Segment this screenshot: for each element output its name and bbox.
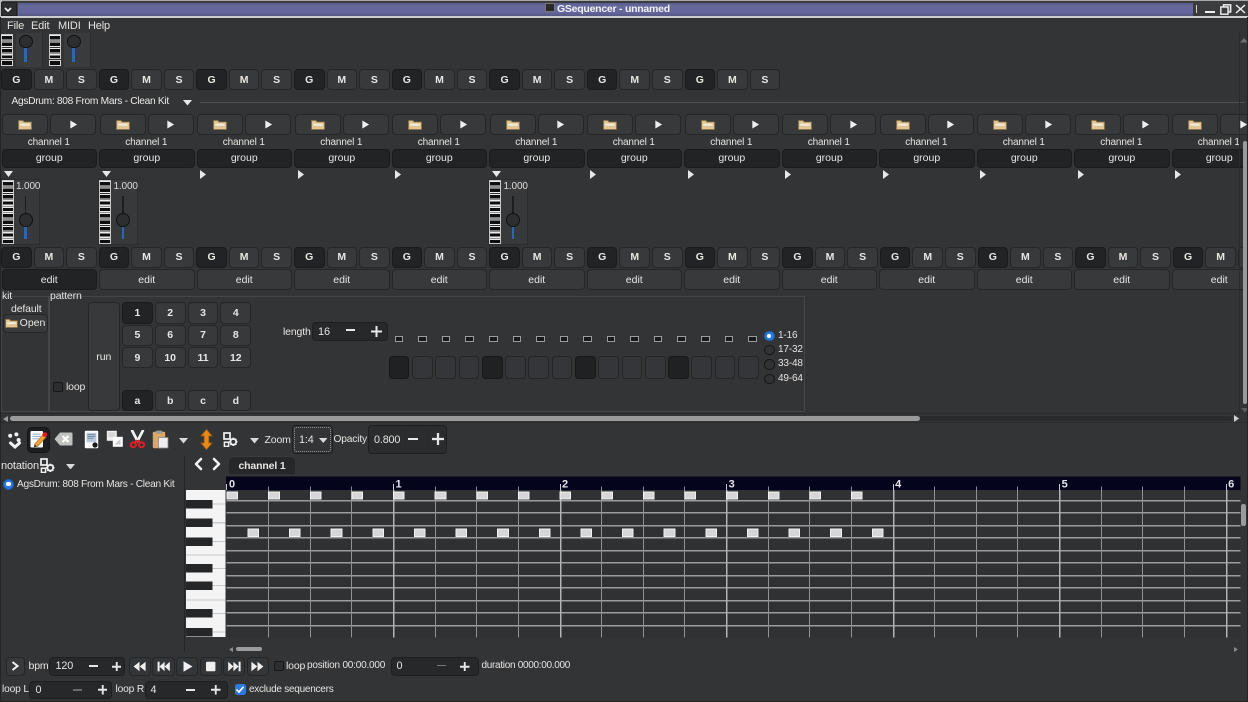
svg-text:1: 1 xyxy=(396,478,402,490)
svg-text:2: 2 xyxy=(562,478,568,490)
svg-text:4: 4 xyxy=(895,478,902,490)
svg-text:3: 3 xyxy=(729,478,735,490)
svg-text:5: 5 xyxy=(1062,478,1068,490)
svg-text:0: 0 xyxy=(229,478,235,490)
svg-text:6: 6 xyxy=(1228,478,1234,490)
